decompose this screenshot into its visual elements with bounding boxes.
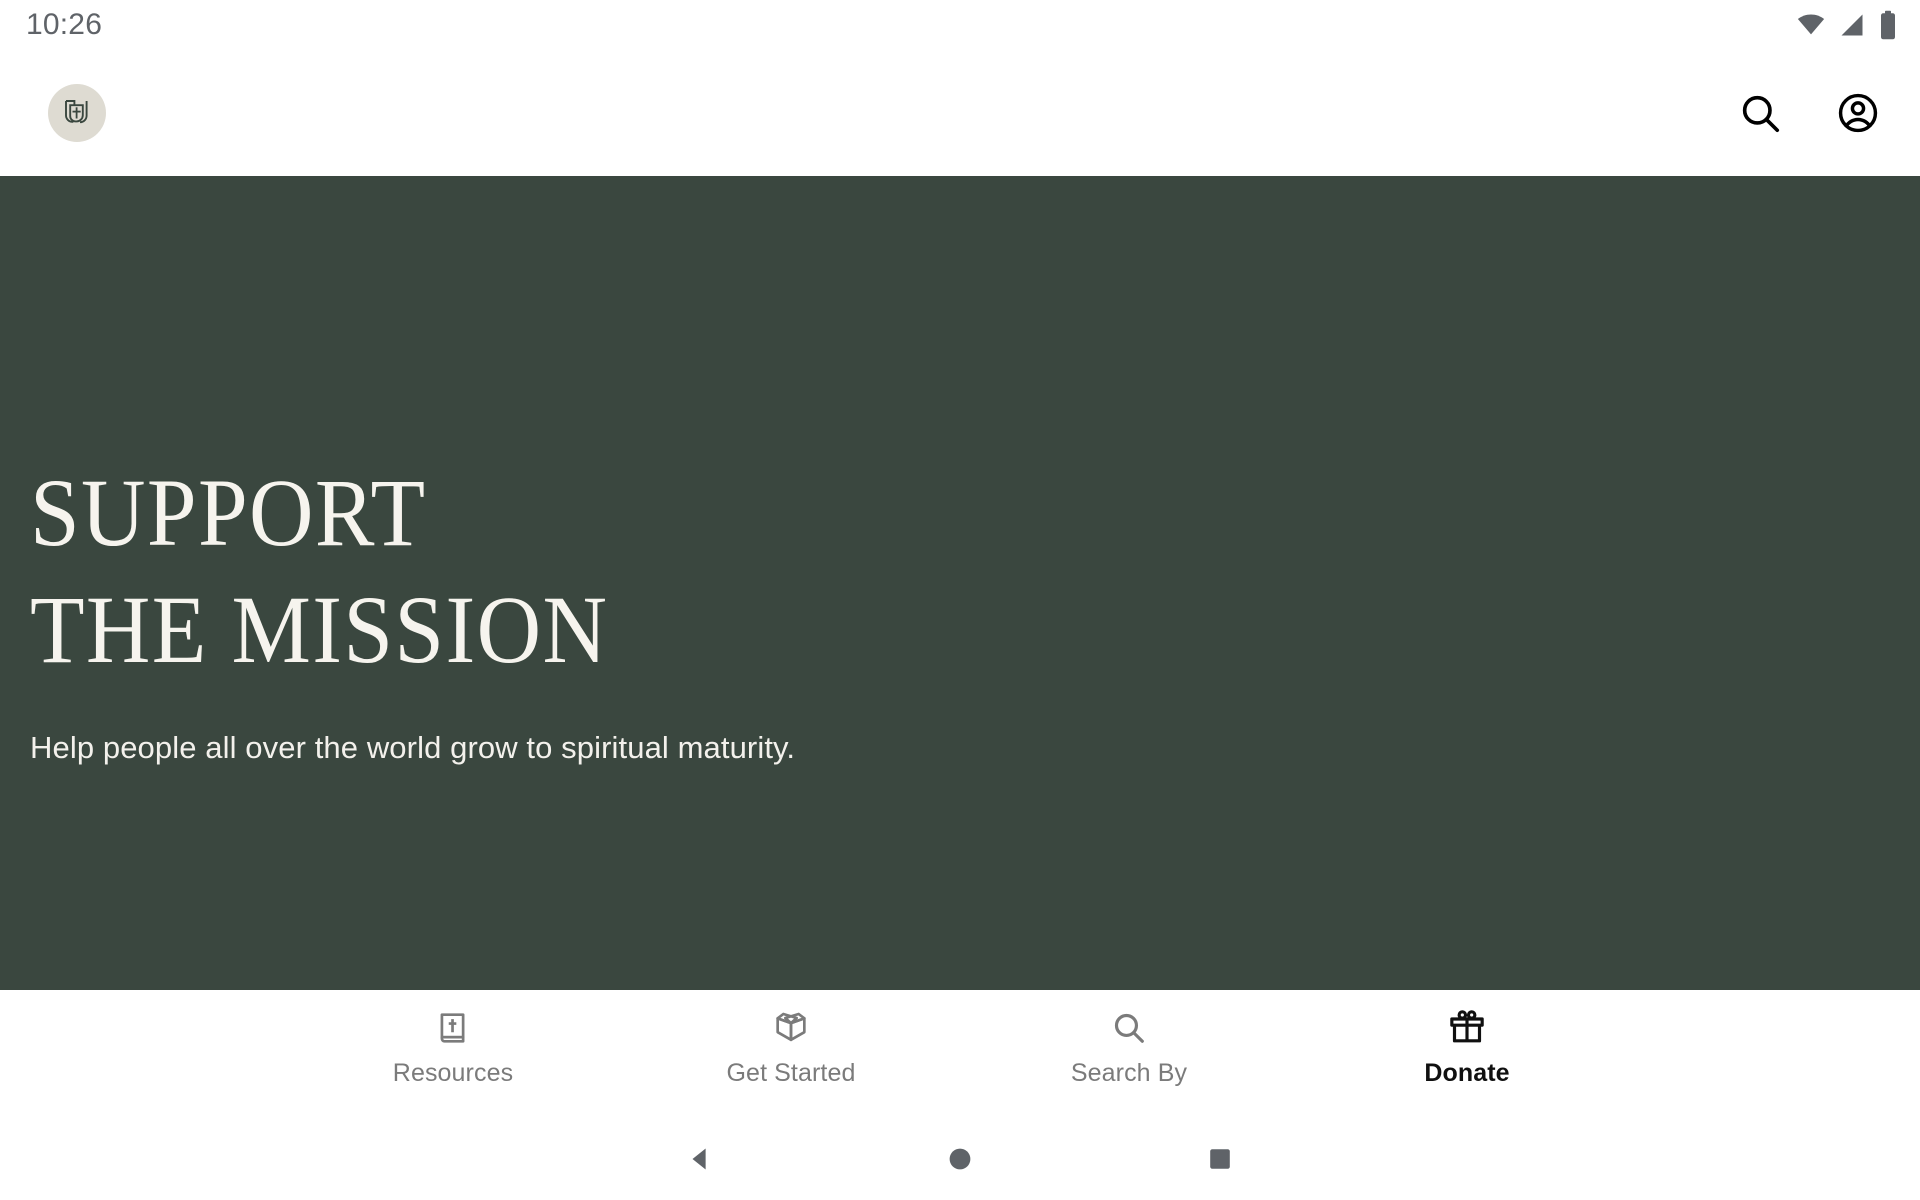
home-button[interactable]: [830, 1144, 1090, 1174]
square-icon: [1206, 1145, 1234, 1173]
bottom-navigation-bar: Resources Get Started Search By Donate: [0, 990, 1920, 1118]
hero-title-line-1: SUPPORT: [30, 458, 427, 566]
search-icon: [1110, 1008, 1148, 1048]
tab-label: Get Started: [726, 1059, 856, 1087]
tab-resources[interactable]: Resources: [284, 1008, 622, 1088]
status-bar: 10:26: [0, 0, 1920, 50]
circle-icon: [945, 1144, 975, 1174]
open-box-icon: [771, 1008, 811, 1048]
hero-section: SUPPORT THE MISSION Help people all over…: [0, 176, 1920, 990]
tab-label: Donate: [1424, 1059, 1510, 1087]
status-bar-clock: 10:26: [26, 8, 103, 41]
app-header: [0, 50, 1920, 176]
wifi-icon: [1796, 10, 1826, 40]
tab-search-by[interactable]: Search By: [960, 1008, 1298, 1088]
app-screen: 10:26 SUPPORT THE MISSION Help people al…: [0, 0, 1920, 1200]
tab-donate[interactable]: Donate: [1298, 1008, 1636, 1088]
search-icon[interactable]: [1734, 87, 1786, 139]
bible-book-cross-icon: [434, 1008, 472, 1048]
app-logo-shield-cross[interactable]: [48, 84, 106, 142]
tab-label: Search By: [1070, 1059, 1188, 1087]
back-button[interactable]: [570, 1144, 830, 1174]
cellular-signal-icon: [1838, 11, 1866, 39]
hero-content: SUPPORT THE MISSION Help people all over…: [30, 454, 1920, 769]
hero-subtitle: Help people all over the world grow to s…: [30, 729, 796, 765]
gift-box-icon: [1447, 1008, 1487, 1048]
battery-icon: [1878, 10, 1898, 40]
recents-button[interactable]: [1090, 1145, 1350, 1173]
tab-label: Resources: [392, 1059, 514, 1087]
header-actions: [1734, 87, 1884, 139]
tab-get-started[interactable]: Get Started: [622, 1008, 960, 1088]
android-navigation-bar: [0, 1118, 1920, 1200]
account-circle-icon[interactable]: [1832, 87, 1884, 139]
status-bar-icons: [1796, 10, 1898, 40]
hero-title-line-2: THE MISSION: [30, 575, 609, 683]
triangle-left-icon: [685, 1144, 715, 1174]
